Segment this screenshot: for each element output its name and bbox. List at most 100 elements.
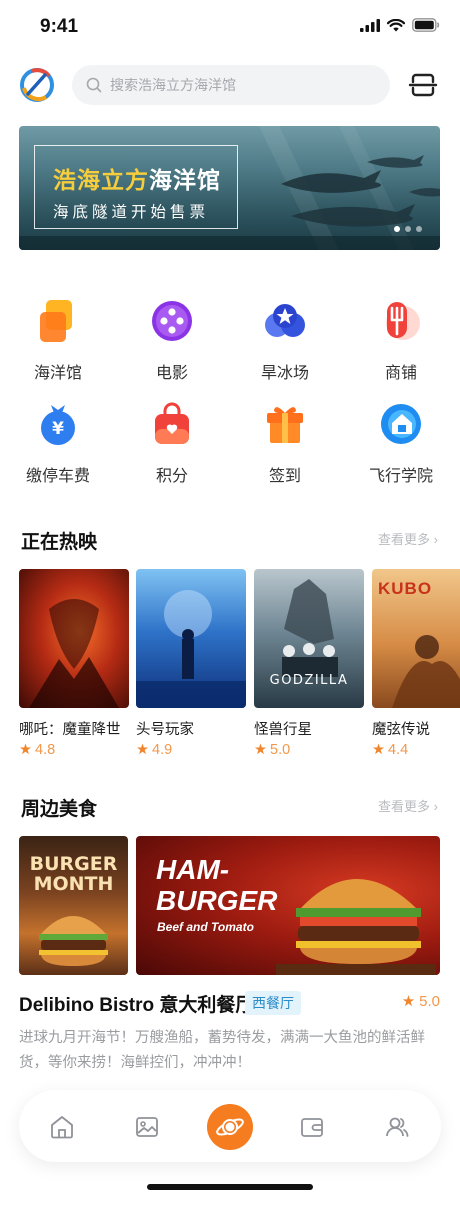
flight-academy-icon xyxy=(381,404,421,444)
rating-value: 4.4 xyxy=(388,742,409,758)
home-icon[interactable] xyxy=(49,1114,75,1140)
pagination-dot xyxy=(405,226,411,232)
category-skating-rink[interactable]: 旱冰场 xyxy=(239,298,331,383)
movie-card[interactable]: 哪吒：魔童降世 ★ 4.8 xyxy=(19,569,129,758)
movie-title: 哪吒：魔童降世 xyxy=(19,722,121,738)
category-label: 海洋馆 xyxy=(33,365,82,382)
promo-banner[interactable]: 浩海立方海洋馆 海底隧道开始售票 xyxy=(19,126,440,250)
poster-text: BURGER MONTH xyxy=(19,854,128,894)
movie-title: 怪兽行星 xyxy=(254,722,312,738)
rating-value: 5.0 xyxy=(270,742,291,758)
center-tab-button[interactable] xyxy=(207,1104,253,1150)
star-icon: ★ xyxy=(19,742,32,758)
poster-text: HAM- BURGER xyxy=(156,854,277,916)
star-icon: ★ xyxy=(254,742,267,758)
movie-card[interactable]: KUBO 魔弦传说 ★ 4.4 xyxy=(372,569,460,758)
category-label: 飞行学院 xyxy=(368,468,433,485)
restaurant-rating: ★ 5.0 xyxy=(401,992,440,1011)
star-icon: ★ xyxy=(372,742,385,758)
more-label: 查看更多 xyxy=(378,799,431,814)
parking-fee-icon: ¥ xyxy=(41,405,75,445)
banner-frame: 浩海立方海洋馆 海底隧道开始售票 xyxy=(34,145,238,229)
svg-text:¥: ¥ xyxy=(52,419,64,439)
checkin-icon xyxy=(267,407,303,443)
cuisine-tag: 西餐厅 xyxy=(245,991,301,1015)
nearby-food-more-link[interactable]: 查看更多 › xyxy=(378,796,438,815)
movie-poster xyxy=(19,569,129,708)
category-label: 签到 xyxy=(268,468,301,485)
movie-poster: KUBO xyxy=(372,569,460,708)
more-label: 查看更多 xyxy=(378,532,431,547)
movie-rating: ★ 5.0 xyxy=(254,742,364,758)
skating-rink-icon xyxy=(265,304,305,337)
category-label: 电影 xyxy=(155,365,188,382)
burger-art xyxy=(276,879,436,975)
poster-art xyxy=(29,599,119,708)
poster-text-line: HAM- xyxy=(156,854,230,885)
poster-title-text: GODZILLA xyxy=(269,673,349,688)
chevron-right-icon: › xyxy=(433,799,438,814)
search-placeholder: 搜索浩海立方海洋馆 xyxy=(110,77,236,93)
bottom-tab-bar xyxy=(19,1090,441,1162)
battery-icon xyxy=(412,18,440,32)
category-points[interactable]: 积分 xyxy=(126,401,218,486)
movie-rating: ★ 4.8 xyxy=(19,742,129,758)
banner-title-highlight: 浩海立方 xyxy=(53,167,149,193)
contacts-icon[interactable] xyxy=(384,1114,410,1140)
now-showing-more-link[interactable]: 查看更多 › xyxy=(378,529,438,548)
search-bar[interactable]: 搜索浩海立方海洋馆 xyxy=(72,65,390,105)
chevron-right-icon: › xyxy=(433,532,438,547)
category-shop[interactable]: 商铺 xyxy=(355,298,447,383)
signal-icon xyxy=(360,18,380,32)
banner-pagination xyxy=(394,226,422,232)
food-poster-burger-month[interactable]: BURGER MONTH xyxy=(19,836,128,975)
category-movie[interactable]: 电影 xyxy=(126,298,218,383)
restaurant-description: 进球九月开海节！万艘渔船，蓄势待发，满满一大鱼池的鲜活鲜货，等你来捞！海鲜控们，… xyxy=(19,1030,425,1071)
food-poster-hamburger[interactable]: HAM- BURGER Beef and Tomato xyxy=(136,836,440,975)
rating-value: 4.9 xyxy=(152,742,173,758)
movie-title: 头号玩家 xyxy=(136,722,194,738)
status-time: 9:41 xyxy=(40,16,79,37)
burger-art xyxy=(39,916,108,966)
category-label: 缴停车费 xyxy=(25,468,90,485)
category-flight-academy[interactable]: 飞行学院 xyxy=(355,401,447,486)
search-icon xyxy=(86,77,102,93)
pagination-dot-active xyxy=(394,226,400,232)
poster-text-line: BURGER xyxy=(29,853,118,875)
movie-rating: ★ 4.9 xyxy=(136,742,246,758)
poster-text-line: BURGER xyxy=(156,885,278,916)
movie-card[interactable]: 头号玩家 ★ 4.9 xyxy=(136,569,246,758)
category-checkin[interactable]: 签到 xyxy=(239,401,331,486)
poster-text-line: MONTH xyxy=(33,873,114,895)
wallet-icon[interactable] xyxy=(299,1114,325,1140)
poster-art xyxy=(136,590,246,708)
movie-title: 魔弦传说 xyxy=(372,722,430,738)
ocean-museum-icon xyxy=(40,300,72,342)
movie-card[interactable]: GODZILLA 怪兽行星 ★ 5.0 xyxy=(254,569,364,758)
pagination-dot xyxy=(416,226,422,232)
banner-title-rest: 海洋馆 xyxy=(149,167,221,193)
home-indicator xyxy=(147,1184,313,1190)
movie-poster xyxy=(136,569,246,708)
rating-value: 4.8 xyxy=(35,742,56,758)
scan-icon[interactable] xyxy=(408,70,438,100)
points-icon xyxy=(155,402,189,444)
now-showing-title: 正在热映 xyxy=(21,532,98,553)
category-parking-fee[interactable]: ¥ 缴停车费 xyxy=(12,401,104,486)
star-icon: ★ xyxy=(401,993,416,1010)
category-ocean-museum[interactable]: 海洋馆 xyxy=(12,298,104,383)
banner-title: 浩海立方海洋馆 xyxy=(53,161,221,195)
app-logo[interactable] xyxy=(18,66,56,104)
movie-rating: ★ 4.4 xyxy=(372,742,460,758)
status-icons xyxy=(360,18,440,32)
category-label: 积分 xyxy=(155,468,188,485)
nearby-food-title: 周边美食 xyxy=(21,799,98,820)
planet-icon xyxy=(216,1118,244,1136)
restaurant-name[interactable]: Delibino Bistro 意大利餐厅 xyxy=(19,990,254,1017)
movie-icon xyxy=(152,301,192,341)
star-icon: ★ xyxy=(136,742,149,758)
category-label: 旱冰场 xyxy=(260,365,309,382)
gallery-icon[interactable] xyxy=(134,1114,160,1140)
shop-icon xyxy=(386,302,420,340)
wifi-icon xyxy=(387,18,405,31)
